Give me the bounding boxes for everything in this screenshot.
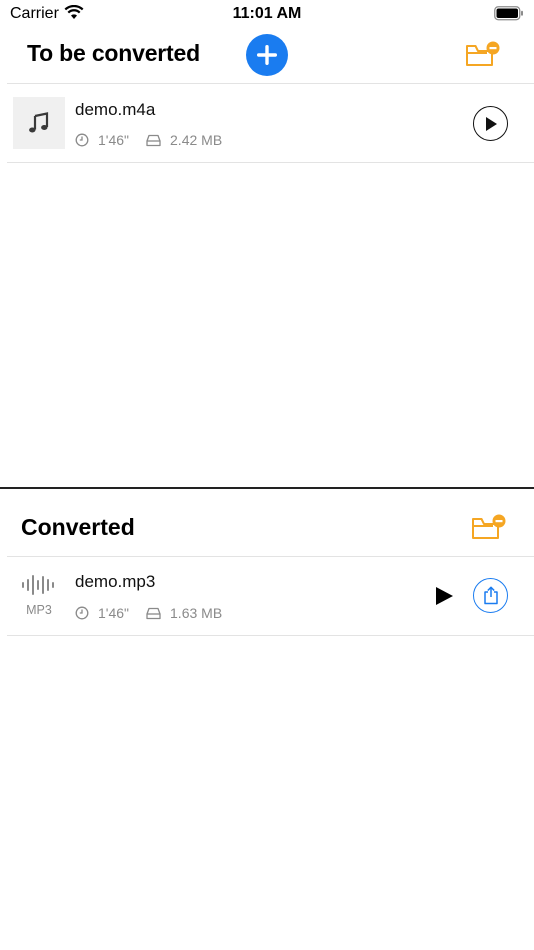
plus-icon bbox=[257, 45, 277, 65]
storage-icon bbox=[146, 607, 161, 620]
clock-icon bbox=[75, 133, 89, 147]
file-name: demo.mp3 bbox=[75, 572, 156, 591]
play-icon bbox=[485, 116, 497, 131]
file-meta: 1'46" 1.63 MB bbox=[75, 605, 222, 621]
play-button[interactable] bbox=[433, 585, 455, 607]
share-button[interactable] bbox=[473, 578, 508, 613]
file-duration: 1'46" bbox=[98, 605, 130, 621]
clear-converted-folder-button[interactable] bbox=[471, 513, 507, 543]
format-label: MP3 bbox=[26, 603, 52, 617]
converted-title: Converted bbox=[21, 514, 135, 540]
folder-remove-icon bbox=[472, 514, 506, 539]
converted-file-row[interactable]: MP3 demo.mp3 1'46" 1.63 MB bbox=[0, 557, 534, 635]
play-button[interactable] bbox=[473, 106, 508, 141]
status-time: 11:01 AM bbox=[232, 5, 302, 22]
section-separator bbox=[0, 487, 534, 489]
battery-icon bbox=[494, 6, 524, 26]
file-size: 1.63 MB bbox=[170, 605, 223, 621]
file-duration: 1'46" bbox=[98, 132, 130, 148]
clock-icon bbox=[75, 606, 89, 620]
file-size: 2.42 MB bbox=[170, 132, 223, 148]
waveform-icon bbox=[22, 575, 54, 595]
play-icon bbox=[436, 587, 453, 605]
file-name: demo.m4a bbox=[75, 100, 156, 119]
to-be-converted-title: To be converted bbox=[27, 40, 200, 66]
storage-icon bbox=[146, 134, 161, 147]
file-meta: 1'46" 2.42 MB bbox=[75, 132, 222, 148]
row-divider bbox=[7, 162, 534, 163]
audio-thumbnail bbox=[13, 97, 65, 149]
clear-pending-folder-button[interactable] bbox=[465, 40, 501, 70]
format-thumbnail: MP3 bbox=[20, 573, 58, 621]
folder-remove-icon bbox=[466, 41, 500, 66]
add-file-button[interactable] bbox=[246, 34, 288, 76]
status-bar: Carrier 11:01 AM bbox=[0, 0, 534, 28]
music-note-icon bbox=[29, 112, 49, 133]
pending-file-row[interactable]: demo.m4a 1'46" 2.42 MB bbox=[0, 84, 534, 162]
share-icon bbox=[483, 586, 498, 605]
row-divider bbox=[7, 635, 534, 636]
